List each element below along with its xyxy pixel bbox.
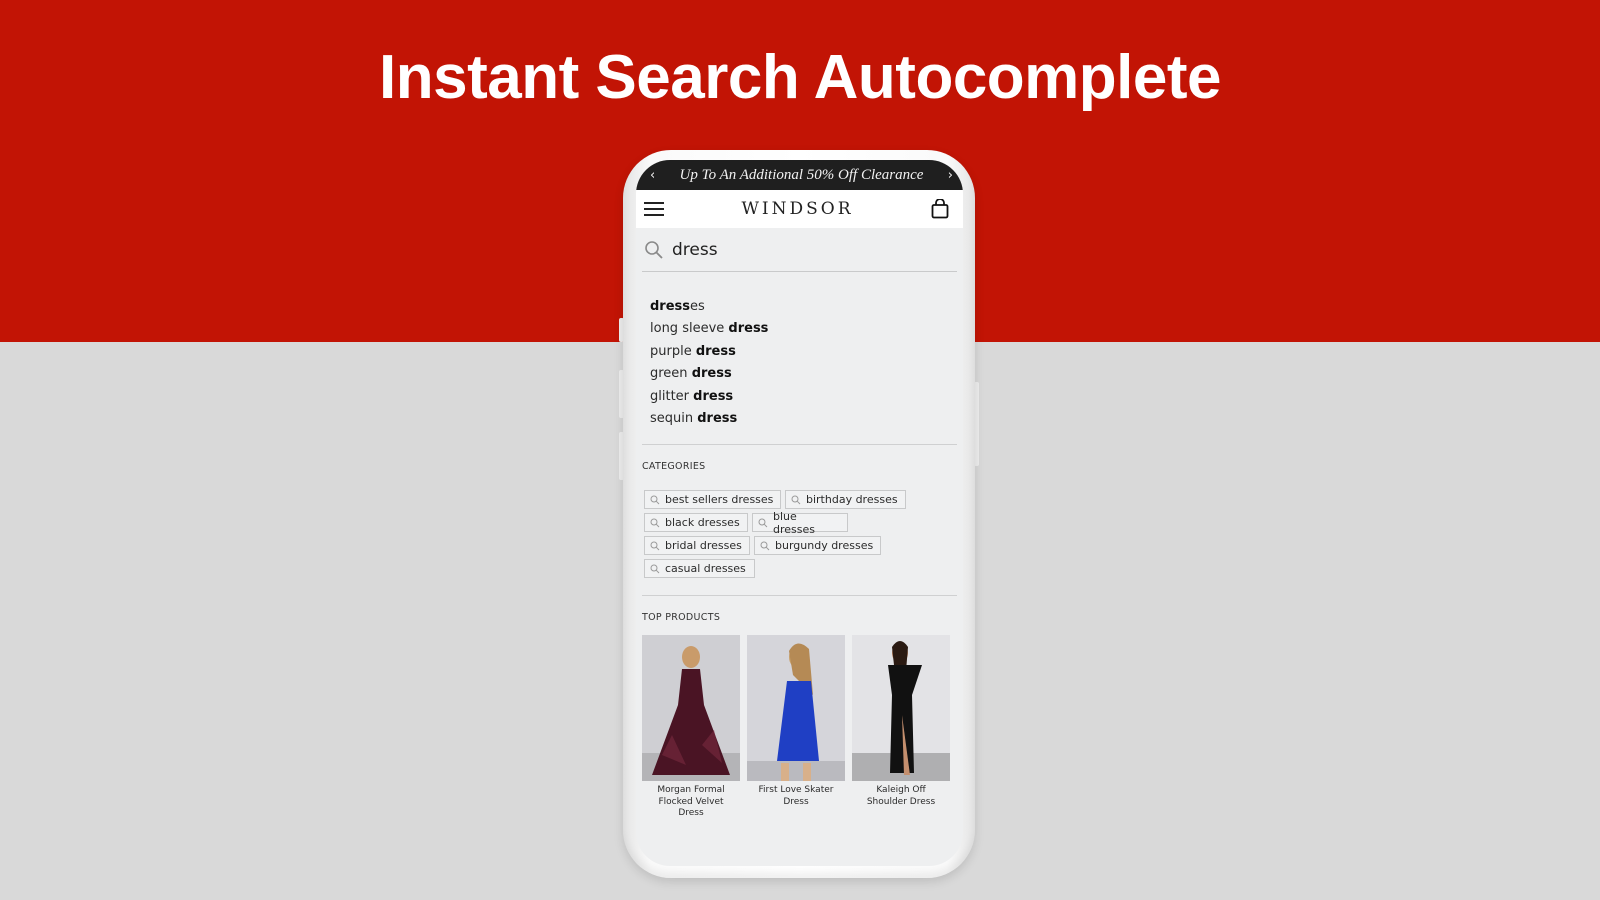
site-header: WINDSOR (636, 190, 963, 228)
promo-bar: ‹ Up To An Additional 50% Off Clearance … (636, 160, 963, 190)
autocomplete-suggestions: dresses long sleeve dress purple dress g… (636, 272, 963, 430)
product-image[interactable] (747, 635, 845, 782)
phone-screen: ‹ Up To An Additional 50% Off Clearance … (636, 160, 963, 866)
top-products-list: Morgan Formal Flocked Velvet Dress First… (636, 623, 963, 820)
product-name[interactable]: Kaleigh Off Shoulder Dress (852, 785, 950, 808)
search-bar (642, 228, 957, 272)
categories-heading: CATEGORIES (642, 461, 706, 473)
product-card[interactable]: First Love Skater Dress (747, 635, 845, 820)
shopping-bag-icon[interactable] (931, 198, 949, 219)
chevron-left-icon[interactable]: ‹ (650, 168, 655, 183)
hero-title: Instant Search Autocomplete (378, 43, 1222, 112)
product-name[interactable]: First Love Skater Dress (747, 785, 845, 808)
category-chip[interactable]: black dresses (644, 513, 748, 533)
suggestion-item[interactable]: dresses (650, 296, 963, 318)
search-icon (650, 495, 660, 505)
product-card[interactable]: Kaleigh Off Shoulder Dress (852, 635, 950, 820)
category-chip[interactable]: blue dresses (752, 510, 848, 536)
divider (642, 444, 957, 446)
suggestion-item[interactable]: glitter dress (650, 386, 963, 408)
category-chip[interactable]: birthday dresses (785, 490, 906, 510)
search-input[interactable] (672, 239, 932, 260)
category-chip[interactable]: burgundy dresses (754, 536, 881, 556)
category-chip[interactable]: bridal dresses (644, 536, 750, 556)
search-icon (645, 240, 663, 259)
suggestion-item[interactable]: long sleeve dress (650, 318, 963, 340)
product-image[interactable] (642, 635, 740, 782)
promo-text[interactable]: Up To An Additional 50% Off Clearance (680, 167, 924, 184)
category-chip[interactable]: best sellers dresses (644, 490, 781, 510)
divider (642, 595, 957, 597)
suggestion-item[interactable]: sequin dress (650, 408, 963, 430)
search-icon (650, 518, 660, 528)
chevron-right-icon[interactable]: › (948, 168, 953, 183)
search-icon (758, 518, 768, 528)
search-icon (650, 564, 660, 574)
hamburger-menu-icon[interactable] (644, 202, 664, 216)
brand-logo[interactable]: WINDSOR (741, 199, 853, 219)
suggestion-item[interactable]: purple dress (650, 341, 963, 363)
suggestion-item[interactable]: green dress (650, 363, 963, 385)
category-chip[interactable]: casual dresses (644, 559, 755, 579)
top-products-heading: TOP PRODUCTS (642, 612, 721, 624)
product-image[interactable] (852, 635, 950, 782)
search-icon (760, 541, 770, 551)
product-name[interactable]: Morgan Formal Flocked Velvet Dress (642, 785, 740, 820)
search-icon (650, 541, 660, 551)
product-card[interactable]: Morgan Formal Flocked Velvet Dress (642, 635, 740, 820)
category-chips: best sellers dresses birthday dresses bl… (636, 472, 936, 579)
search-icon (791, 495, 801, 505)
